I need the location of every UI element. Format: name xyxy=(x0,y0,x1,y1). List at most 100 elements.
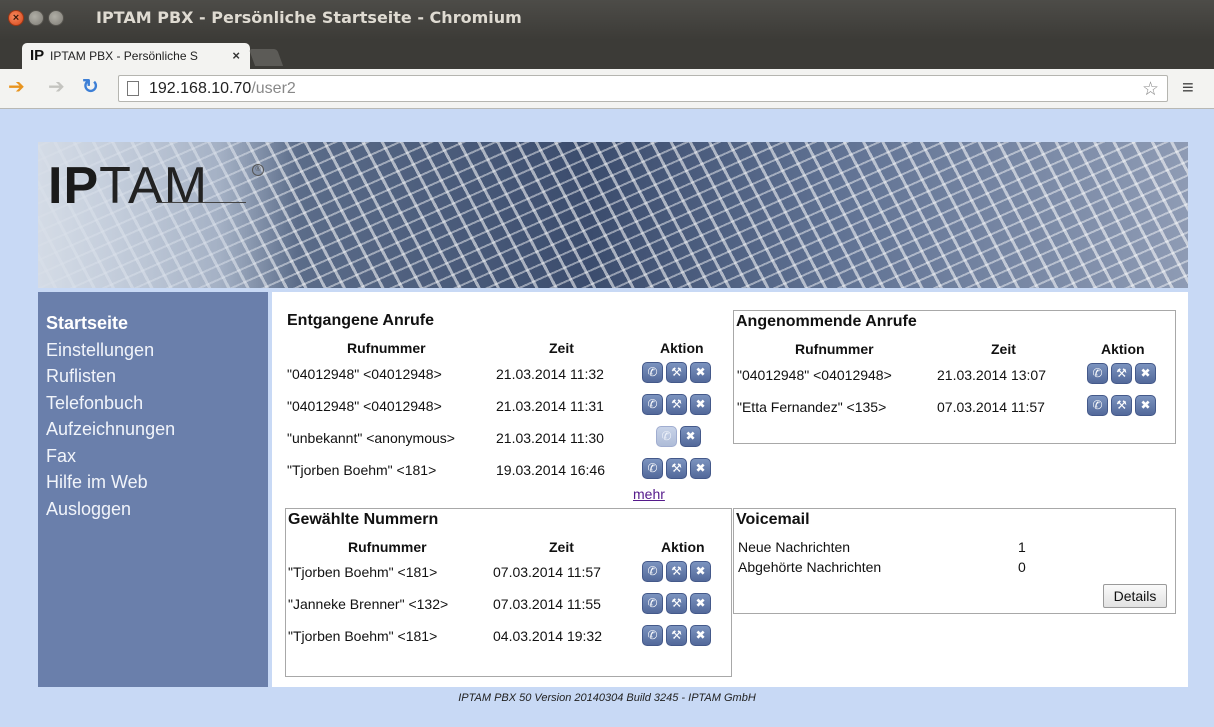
missed-row-4-number: "Tjorben Boehm" <181> xyxy=(287,462,437,478)
url-text: 192.168.10.70/user2 xyxy=(149,80,296,98)
dialed-row-3-actions: ✆ ⚒ ✖ xyxy=(642,625,714,647)
missed-row-3-time: 21.03.2014 11:30 xyxy=(496,430,604,446)
trash-icon[interactable]: ✖ xyxy=(690,394,711,415)
voicemail-panel: Voicemail Neue Nachrichten 1 Abgehörte N… xyxy=(733,508,1176,614)
wrench-icon[interactable]: ⚒ xyxy=(666,625,687,646)
answered-row-2-actions: ✆ ⚒ ✖ xyxy=(1087,395,1159,417)
call-icon[interactable]: ✆ xyxy=(642,593,663,614)
sidebar-item-ruflisten[interactable]: Ruflisten xyxy=(46,363,268,390)
registered-mark-icon: ® xyxy=(252,164,264,176)
answered-row-2-time: 07.03.2014 11:57 xyxy=(937,399,1045,415)
missed-row-3-number: "unbekannt" <anonymous> xyxy=(287,430,455,446)
bookmark-star-icon[interactable]: ☆ xyxy=(1142,78,1159,101)
trash-icon[interactable]: ✖ xyxy=(1135,395,1156,416)
missed-calls-panel: Entgangene Anrufe Rufnummer Zeit Aktion … xyxy=(285,310,732,504)
answered-row-1-actions: ✆ ⚒ ✖ xyxy=(1087,363,1159,385)
dialed-numbers-panel: Gewählte Nummern Rufnummer Zeit Aktion "… xyxy=(285,508,732,677)
col-aktion: Aktion xyxy=(661,539,705,555)
wrench-icon[interactable]: ⚒ xyxy=(666,362,687,383)
close-icon: × xyxy=(12,12,20,24)
trash-icon[interactable]: ✖ xyxy=(690,458,711,479)
details-button[interactable]: Details xyxy=(1103,584,1167,608)
wrench-icon[interactable]: ⚒ xyxy=(666,593,687,614)
wrench-icon[interactable]: ⚒ xyxy=(666,458,687,479)
page-icon xyxy=(127,81,139,96)
sidebar-item-hilfe[interactable]: Hilfe im Web xyxy=(46,469,268,496)
call-icon[interactable]: ✆ xyxy=(1087,363,1108,384)
col-zeit: Zeit xyxy=(991,341,1016,357)
trash-icon[interactable]: ✖ xyxy=(690,625,711,646)
sidebar-item-fax[interactable]: Fax xyxy=(46,443,268,470)
back-icon[interactable]: ➔ xyxy=(8,77,25,97)
answered-calls-panel: Angenommende Anrufe Rufnummer Zeit Aktio… xyxy=(733,310,1176,444)
call-icon[interactable]: ✆ xyxy=(642,362,663,383)
heard-messages-label: Abgehörte Nachrichten xyxy=(738,559,882,575)
dialed-row-1-time: 07.03.2014 11:57 xyxy=(493,564,601,580)
address-bar[interactable]: 192.168.10.70/user2 ☆ xyxy=(118,75,1168,102)
trash-icon[interactable]: ✖ xyxy=(680,426,701,447)
logo-bold: IP xyxy=(48,157,100,215)
window-maximize-button[interactable] xyxy=(48,10,64,26)
new-messages-label: Neue Nachrichten xyxy=(738,539,851,555)
logo-underline xyxy=(156,202,246,203)
col-zeit: Zeit xyxy=(549,340,574,356)
dialed-row-2-actions: ✆ ⚒ ✖ xyxy=(642,593,714,615)
dialed-row-2-number: "Janneke Brenner" <132> xyxy=(288,596,449,612)
col-rufnummer: Rufnummer xyxy=(795,341,874,357)
call-icon[interactable]: ✆ xyxy=(642,394,663,415)
window-minimize-button[interactable] xyxy=(28,10,44,26)
window-close-button[interactable]: × xyxy=(8,10,24,26)
reload-icon[interactable]: ↻ xyxy=(82,77,99,97)
sidebar-item-ausloggen[interactable]: Ausloggen xyxy=(46,496,268,523)
browser-toolbar: ➔ ➔ ↻ 192.168.10.70/user2 ☆ ≡ xyxy=(0,69,1214,109)
call-icon[interactable]: ✆ xyxy=(642,561,663,582)
wrench-icon[interactable]: ⚒ xyxy=(666,561,687,582)
sidebar-item-telefonbuch[interactable]: Telefonbuch xyxy=(46,390,268,417)
col-rufnummer: Rufnummer xyxy=(348,539,427,555)
col-aktion: Aktion xyxy=(1101,341,1145,357)
iptam-logo: IPTAM xyxy=(48,156,208,216)
sidebar-item-startseite[interactable]: Startseite xyxy=(46,310,268,337)
trash-icon[interactable]: ✖ xyxy=(690,593,711,614)
dialed-row-3-time: 04.03.2014 19:32 xyxy=(493,628,602,644)
forward-icon[interactable]: ➔ xyxy=(48,77,65,97)
wrench-icon[interactable]: ⚒ xyxy=(1111,395,1132,416)
missed-row-2-number: "04012948" <04012948> xyxy=(287,398,442,414)
wrench-icon[interactable]: ⚒ xyxy=(1111,363,1132,384)
dialed-numbers-title: Gewählte Nummern xyxy=(288,511,439,528)
browser-tab[interactable]: IP IPTAM PBX - Persönliche S × xyxy=(22,43,250,69)
window-title: IPTAM PBX - Persönliche Startseite - Chr… xyxy=(96,8,522,27)
answered-calls-title: Angenommende Anrufe xyxy=(736,313,917,330)
logo-rest: TAM xyxy=(99,157,209,215)
header-banner: IPTAM ® xyxy=(38,142,1188,288)
trash-icon[interactable]: ✖ xyxy=(1135,363,1156,384)
call-icon[interactable]: ✆ xyxy=(642,458,663,479)
col-zeit: Zeit xyxy=(549,539,574,555)
url-host: 192.168.10.70 xyxy=(149,80,252,97)
url-path: /user2 xyxy=(251,80,296,97)
answered-row-2-number: "Etta Fernandez" <135> xyxy=(737,399,887,415)
trash-icon[interactable]: ✖ xyxy=(690,561,711,582)
answered-row-1-time: 21.03.2014 13:07 xyxy=(937,367,1046,383)
trash-icon[interactable]: ✖ xyxy=(690,362,711,383)
footer-version: IPTAM PBX 50 Version 20140304 Build 3245… xyxy=(458,692,756,704)
dialed-row-3-number: "Tjorben Boehm" <181> xyxy=(288,628,438,644)
wrench-icon[interactable]: ⚒ xyxy=(666,394,687,415)
dialed-row-1-actions: ✆ ⚒ ✖ xyxy=(642,561,714,583)
more-link[interactable]: mehr xyxy=(633,486,665,502)
missed-row-1-actions: ✆ ⚒ ✖ xyxy=(642,362,714,384)
call-icon-disabled: ✆ xyxy=(656,426,677,447)
col-rufnummer: Rufnummer xyxy=(347,340,426,356)
tab-close-icon[interactable]: × xyxy=(232,48,240,63)
new-tab-button[interactable] xyxy=(248,49,284,66)
sidebar-item-einstellungen[interactable]: Einstellungen xyxy=(46,337,268,364)
call-icon[interactable]: ✆ xyxy=(1087,395,1108,416)
sidebar-item-aufzeichnungen[interactable]: Aufzeichnungen xyxy=(46,416,268,443)
dialed-row-1-number: "Tjorben Boehm" <181> xyxy=(288,564,438,580)
menu-icon[interactable]: ≡ xyxy=(1182,77,1194,100)
tab-strip: IP IPTAM PBX - Persönliche S × xyxy=(0,40,1214,69)
new-messages-count: 1 xyxy=(1018,539,1026,555)
dialed-row-2-time: 07.03.2014 11:55 xyxy=(493,596,601,612)
call-icon[interactable]: ✆ xyxy=(642,625,663,646)
tab-label: IPTAM PBX - Persönliche S xyxy=(50,49,198,63)
